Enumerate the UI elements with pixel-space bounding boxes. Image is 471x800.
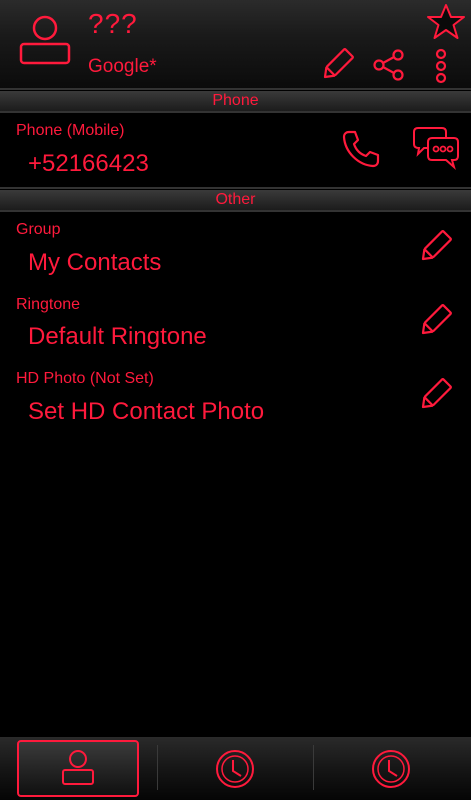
share-icon[interactable]	[372, 48, 406, 82]
divider	[0, 88, 471, 90]
more-options-icon[interactable]	[428, 48, 454, 84]
message-chat-icon[interactable]	[410, 126, 462, 172]
phone-call-icon[interactable]	[340, 128, 382, 170]
clock-icon	[372, 750, 410, 788]
hd-photo-value[interactable]: Set HD Contact Photo	[28, 398, 264, 426]
favorite-star-icon[interactable]	[426, 2, 466, 42]
tab-call-history[interactable]	[214, 748, 256, 790]
section-header-phone: Phone	[0, 91, 471, 111]
tab-separator	[313, 745, 314, 790]
edit-ringtone-pencil-icon[interactable]	[416, 302, 454, 340]
clock-icon	[216, 750, 254, 788]
divider	[0, 187, 471, 189]
divider	[0, 111, 471, 113]
ringtone-value[interactable]: Default Ringtone	[28, 323, 207, 351]
edit-contact-pencil-icon[interactable]	[318, 46, 356, 84]
tab-contact-details[interactable]	[17, 740, 139, 797]
edit-group-pencil-icon[interactable]	[416, 228, 454, 266]
contact-name: ???	[88, 8, 138, 39]
account-label: Google*	[88, 56, 157, 77]
tab-separator	[157, 745, 158, 790]
contact-avatar-icon	[62, 750, 94, 785]
tab-recent-activity[interactable]	[370, 748, 412, 790]
group-value[interactable]: My Contacts	[28, 249, 161, 277]
section-header-other: Other	[0, 190, 471, 210]
phone-number[interactable]: +52166423	[28, 150, 149, 178]
phone-type-label: Phone (Mobile)	[16, 122, 125, 139]
group-label: Group	[16, 221, 61, 238]
hd-photo-label: HD Photo (Not Set)	[16, 370, 154, 387]
edit-hd-photo-pencil-icon[interactable]	[416, 376, 454, 414]
divider	[0, 210, 471, 212]
contact-avatar-icon[interactable]	[18, 12, 72, 66]
ringtone-label: Ringtone	[16, 296, 81, 313]
